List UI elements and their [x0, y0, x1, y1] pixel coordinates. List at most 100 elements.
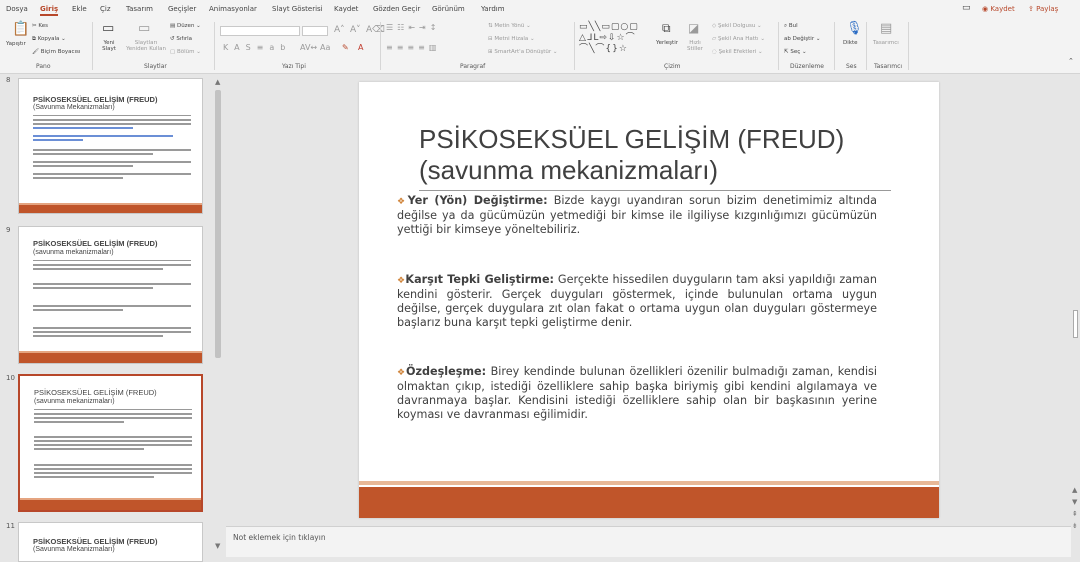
tab-animations[interactable]: Animasyonlar	[209, 5, 257, 13]
select-button[interactable]: ⇱ Seç ⌄	[784, 49, 807, 55]
replace-button[interactable]: ab Değiştir ⌄	[784, 36, 820, 42]
thumbnail-subtitle: (savunma mekanizmaları)	[33, 249, 114, 256]
quick-styles-button[interactable]: Hızlı Stiller	[684, 40, 706, 52]
slide-thumbnail-10[interactable]: PSİKOSEKSÜEL GELİŞİM (FREUD) (savunma me…	[18, 374, 203, 512]
thumbnail-text-line	[33, 305, 191, 307]
next-slide-icon[interactable]: ⇟	[1072, 522, 1078, 530]
ribbon-divider	[778, 22, 779, 70]
paste-icon[interactable]: 📋	[12, 22, 29, 36]
slide-thumbnail-9[interactable]: PSİKOSEKSÜEL GELİŞİM (FREUD) (savunma me…	[18, 226, 203, 364]
record-button[interactable]: ◉ Kaydet	[982, 5, 1015, 13]
thumbnail-text-line	[33, 283, 191, 285]
slide-title-line1: PSİKOSEKSÜEL GELİŞİM (FREUD)	[419, 124, 845, 154]
scrollbar-thumb[interactable]	[1073, 310, 1078, 338]
thumbnail-title: PSİKOSEKSÜEL GELİŞİM (FREUD)	[34, 388, 157, 397]
font-size-dropdown[interactable]	[302, 26, 328, 36]
ribbon-divider	[834, 22, 835, 70]
font-family-dropdown[interactable]	[220, 26, 300, 36]
designer-button[interactable]: Tasarımcı	[873, 40, 899, 46]
notes-pane[interactable]: Not eklemek için tıklayın	[226, 526, 1071, 557]
thumbnail-footer-bar	[20, 500, 201, 510]
thumbnail-text-line	[34, 444, 192, 446]
copy-button[interactable]: ⧉ Kopyala ⌄	[32, 36, 66, 43]
shape-fill-button[interactable]: ◇ Şekil Dolgusu ⌄	[712, 23, 762, 29]
layout-button[interactable]: ▤ Düzen ⌄	[170, 23, 201, 29]
slide-thumbnail-11[interactable]: PSİKOSEKSÜEL GELİŞİM (FREUD) (Savunma Me…	[18, 522, 203, 562]
thumbnail-text-line	[33, 123, 191, 125]
tab-help[interactable]: Yardım	[481, 5, 505, 13]
tab-transitions[interactable]: Geçişler	[168, 5, 196, 13]
reset-label: Sıfırla	[176, 36, 193, 42]
shape-outline-button[interactable]: ▱ Şekil Ana Hattı ⌄	[712, 36, 765, 42]
thumbnail-number: 8	[6, 76, 11, 84]
share-button[interactable]: ⇪ Paylaş	[1028, 5, 1058, 13]
text-direction-button[interactable]: ⇅ Metin Yönü ⌄	[488, 23, 531, 29]
scroll-down-icon[interactable]: ▼	[1072, 498, 1077, 506]
microphone-icon[interactable]: 🎙	[846, 22, 863, 35]
tab-insert[interactable]: Ekle	[72, 5, 87, 13]
list-icons[interactable]: ☰☷⇤⇥↕	[386, 24, 440, 32]
tab-design[interactable]: Tasarım	[126, 5, 153, 13]
thumbnail-scrollbar[interactable]: ▲ ▼	[214, 78, 222, 550]
dictate-button[interactable]: Dikte	[843, 40, 858, 46]
thumbnail-text-line	[34, 436, 192, 438]
bullet-reaction-formation[interactable]: ❖Karşıt Tepki Geliştirme: Gerçekte hisse…	[397, 273, 877, 330]
clear-format-icon[interactable]: A⌫	[366, 26, 385, 35]
tab-slideshow[interactable]: Slayt Gösterisi	[272, 5, 323, 13]
ribbon-divider	[380, 22, 381, 70]
slide-scrollbar[interactable]: ▲ ▼ ⇞ ⇟	[1071, 74, 1080, 557]
arrange-icon[interactable]: ⧉	[662, 22, 671, 34]
tab-home[interactable]: Giriş	[40, 5, 59, 16]
bullet-displacement[interactable]: ❖Yer (Yön) Değiştirme: Bizde kaygı uyand…	[397, 194, 877, 237]
align-text-button[interactable]: ⊟ Metni Hizala ⌄	[488, 36, 535, 42]
scroll-down-icon[interactable]: ▲	[1072, 486, 1077, 494]
tab-view[interactable]: Görünüm	[432, 5, 465, 13]
paste-button[interactable]: Yapıştır	[6, 41, 26, 47]
format-painter-button[interactable]: 🖌 Biçim Boyacısı	[32, 49, 80, 55]
cut-button[interactable]: ✂ Kes	[32, 23, 48, 29]
shrink-font-icon[interactable]: A˅	[350, 26, 361, 35]
comments-icon[interactable]: ▭	[962, 3, 971, 13]
highlight-icon[interactable]: ✎	[342, 44, 349, 52]
align-icons[interactable]: ≡≡≡≡▥	[386, 44, 440, 52]
scrollbar-thumb[interactable]	[215, 90, 221, 358]
thumbnail-footer-bar	[19, 353, 202, 363]
find-button[interactable]: ⌕ Bul	[784, 23, 798, 30]
new-slide-icon[interactable]: ▭	[102, 22, 114, 35]
reset-button[interactable]: ↺ Sıfırla	[170, 36, 192, 42]
replace-icon: ab	[784, 36, 793, 42]
thumbnail-title: PSİKOSEKSÜEL GELİŞİM (FREUD)	[33, 95, 158, 104]
change-case-icon[interactable]: Aa	[320, 44, 330, 52]
previous-slide-icon[interactable]: ⇞	[1072, 510, 1078, 518]
bullet-identification[interactable]: ❖Özdeşleşme: Birey kendinde bulunan özel…	[397, 365, 877, 422]
tab-record[interactable]: Kaydet	[334, 5, 358, 13]
share-icon: ⇪	[1028, 5, 1037, 13]
scroll-down-icon[interactable]: ▼	[215, 542, 220, 550]
format-painter-label: Biçim Boyacısı	[40, 49, 81, 55]
quick-styles-icon[interactable]: ◪	[688, 22, 699, 34]
font-style-icons[interactable]: KAS≡ab	[223, 44, 291, 52]
section-button[interactable]: ▢ Bölüm ⌄	[170, 49, 201, 55]
tab-review[interactable]: Gözden Geçir	[373, 5, 420, 13]
slide-title[interactable]: PSİKOSEKSÜEL GELİŞİM (FREUD) (savunma me…	[419, 124, 899, 186]
new-slide-button[interactable]: Yeni Slayt	[98, 40, 120, 52]
thumbnail-number: 9	[6, 226, 11, 234]
char-spacing-icon[interactable]: AV↔	[300, 44, 317, 52]
designer-icon[interactable]: ▤	[880, 22, 892, 35]
slide-thumbnail-8[interactable]: PSİKOSEKSÜEL GELİŞİM (FREUD) (Savunma Me…	[18, 78, 203, 214]
smartart-button[interactable]: ⊞ SmartArt'a Dönüştür ⌄	[488, 49, 558, 55]
grow-font-icon[interactable]: A˄	[334, 26, 345, 35]
collapse-ribbon-icon[interactable]: ⌃	[1068, 58, 1074, 65]
notes-placeholder[interactable]: Not eklemek için tıklayın	[233, 533, 326, 542]
shape-effects-button[interactable]: ◌ Şekil Efektleri ⌄	[712, 49, 763, 55]
current-slide[interactable]: PSİKOSEKSÜEL GELİŞİM (FREUD) (savunma me…	[359, 82, 939, 518]
group-label-clipboard: Pano	[36, 63, 51, 70]
font-color-icon[interactable]: A	[358, 44, 363, 52]
arrange-button[interactable]: Yerleştir	[656, 40, 678, 46]
scroll-up-icon[interactable]: ▲	[215, 78, 220, 86]
tab-draw[interactable]: Çiz	[100, 5, 111, 13]
shapes-gallery[interactable]: ▭╲╲▭▢○▢ △ᒧᒪ⇨⇩☆⌒ ⌒╲⌒{}☆	[579, 22, 653, 55]
tab-file[interactable]: Dosya	[6, 5, 28, 13]
reuse-slides-button[interactable]: Slaytları Yeniden Kullan	[124, 40, 168, 52]
thumbnail-text-line	[33, 161, 191, 163]
